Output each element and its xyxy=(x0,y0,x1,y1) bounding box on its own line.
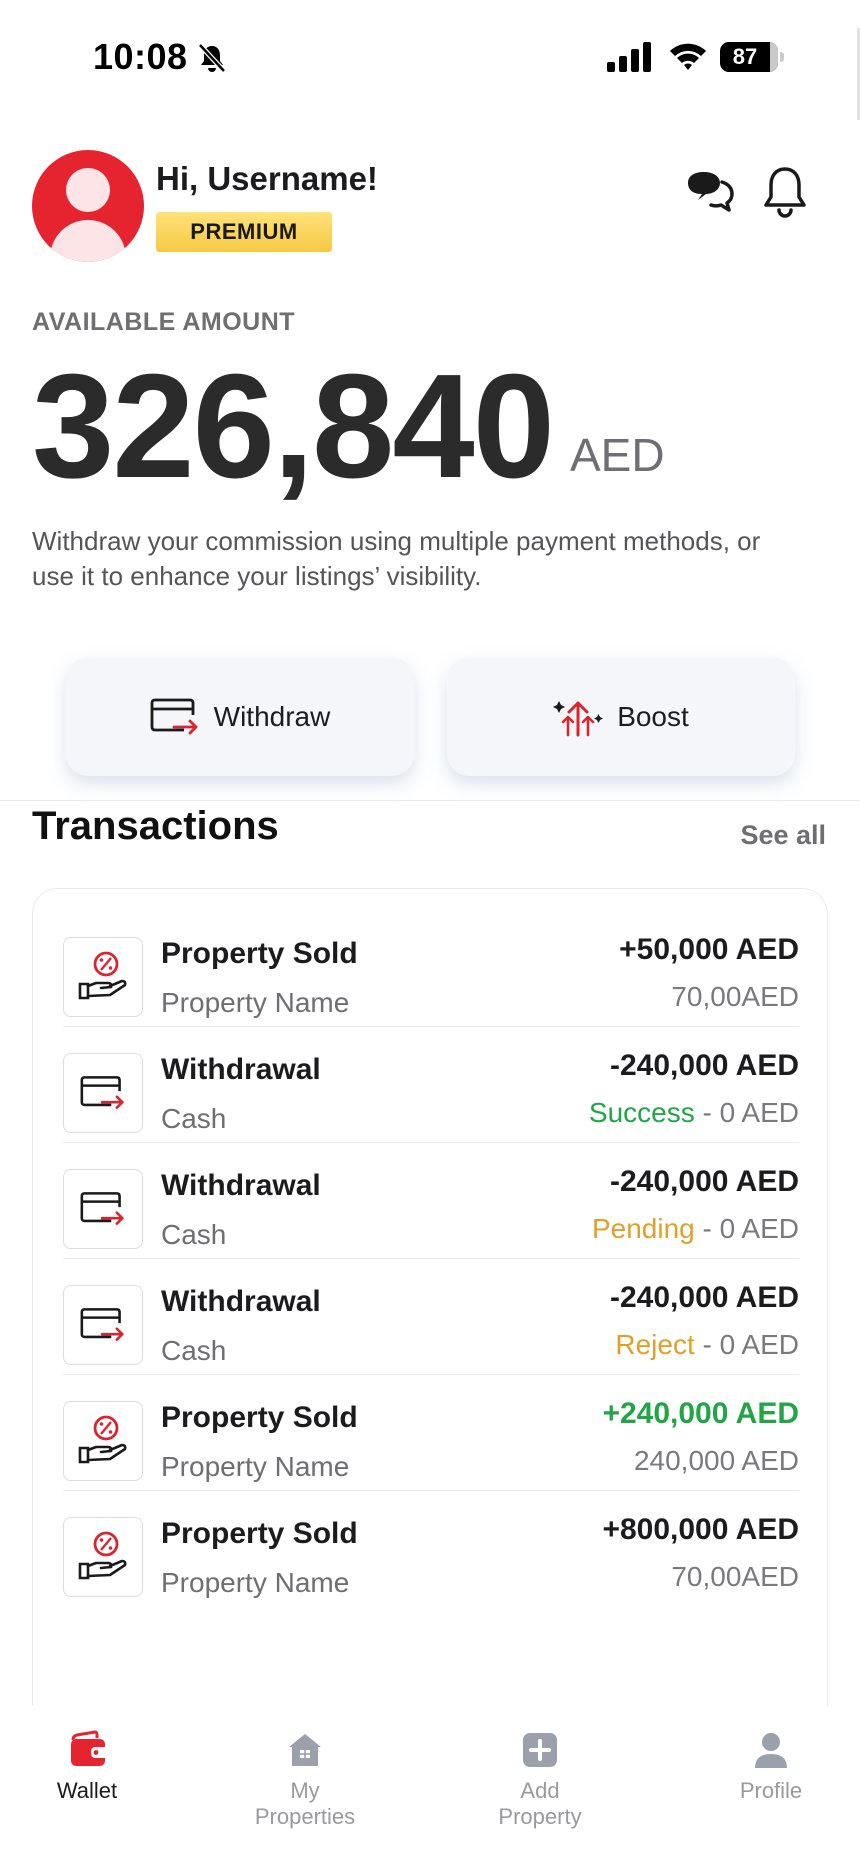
home-icon xyxy=(289,1734,321,1766)
transaction-amount: +50,000 AED xyxy=(619,933,799,966)
withdraw-button[interactable]: Withdraw xyxy=(66,658,414,776)
cellular-signal-icon xyxy=(607,42,651,72)
transaction-title: Withdrawal xyxy=(161,1053,321,1086)
transaction-amount: +240,000 AED xyxy=(602,1397,799,1430)
chat-icon[interactable] xyxy=(684,168,736,216)
commission-hand-icon xyxy=(63,1517,143,1597)
amount-currency: AED xyxy=(570,429,665,481)
premium-badge: PREMIUM xyxy=(156,212,332,252)
nav-profile-label: Profile xyxy=(739,1778,803,1803)
transaction-amount: +800,000 AED xyxy=(602,1513,799,1546)
transaction-detail: 70,00AED xyxy=(671,1561,799,1592)
boost-button[interactable]: Boost xyxy=(447,658,795,776)
plus-square-icon xyxy=(523,1733,557,1767)
status-time: 10:08 xyxy=(93,36,188,77)
bottom-nav: Wallet My Properties Add Property Profil… xyxy=(0,1706,860,1864)
transaction-amount: -240,000 AED xyxy=(610,1049,799,1082)
nav-profile[interactable]: Profile xyxy=(691,1730,851,1804)
available-amount-value: 326,840 xyxy=(32,344,555,509)
boost-arrow-icon xyxy=(553,701,604,737)
wallet-icon xyxy=(71,1730,105,1766)
nav-wallet[interactable]: Wallet xyxy=(7,1730,167,1804)
nav-my-properties[interactable]: My Properties xyxy=(225,1730,385,1830)
battery-level: 87 xyxy=(732,44,758,69)
transaction-amount: -240,000 AED xyxy=(610,1165,799,1198)
nav-my-properties-label: My Properties xyxy=(254,1778,356,1829)
see-all-link[interactable]: See all xyxy=(740,820,826,851)
card-withdraw-icon xyxy=(150,698,198,735)
wifi-icon xyxy=(670,43,706,70)
available-amount-label: AVAILABLE AMOUNT xyxy=(32,308,296,336)
transactions-title: Transactions xyxy=(32,804,279,848)
battery-icon: 87 xyxy=(720,42,784,72)
boost-label: Boost xyxy=(617,701,689,732)
transaction-title: Property Sold xyxy=(161,937,358,970)
nav-add-property[interactable]: Add Property xyxy=(460,1730,620,1830)
withdraw-label: Withdraw xyxy=(213,701,331,732)
nav-add-property-label: Add Property xyxy=(498,1778,582,1829)
transaction-title: Withdrawal xyxy=(161,1169,321,1202)
transaction-row[interactable]: Property Sold Property Name +800,000 AED… xyxy=(63,1469,799,1607)
section-divider xyxy=(0,800,860,801)
transaction-subtitle: Property Name xyxy=(161,1567,350,1598)
status-bar: 10:08 87 xyxy=(0,0,860,120)
transaction-title: Property Sold xyxy=(161,1401,358,1434)
amount-description: Withdraw your commission using multiple … xyxy=(32,526,761,591)
profile-icon xyxy=(755,1733,787,1768)
bell-off-icon xyxy=(198,43,226,73)
nav-wallet-label: Wallet xyxy=(56,1778,118,1803)
greeting-text: Hi, Username! xyxy=(156,160,378,197)
transaction-amount: -240,000 AED xyxy=(610,1281,799,1314)
avatar[interactable] xyxy=(32,150,144,262)
transactions-list: Property Sold Property Name +50,000 AED … xyxy=(32,888,828,1708)
bell-icon[interactable] xyxy=(760,164,810,220)
transaction-title: Property Sold xyxy=(161,1517,358,1550)
transaction-title: Withdrawal xyxy=(161,1285,321,1318)
